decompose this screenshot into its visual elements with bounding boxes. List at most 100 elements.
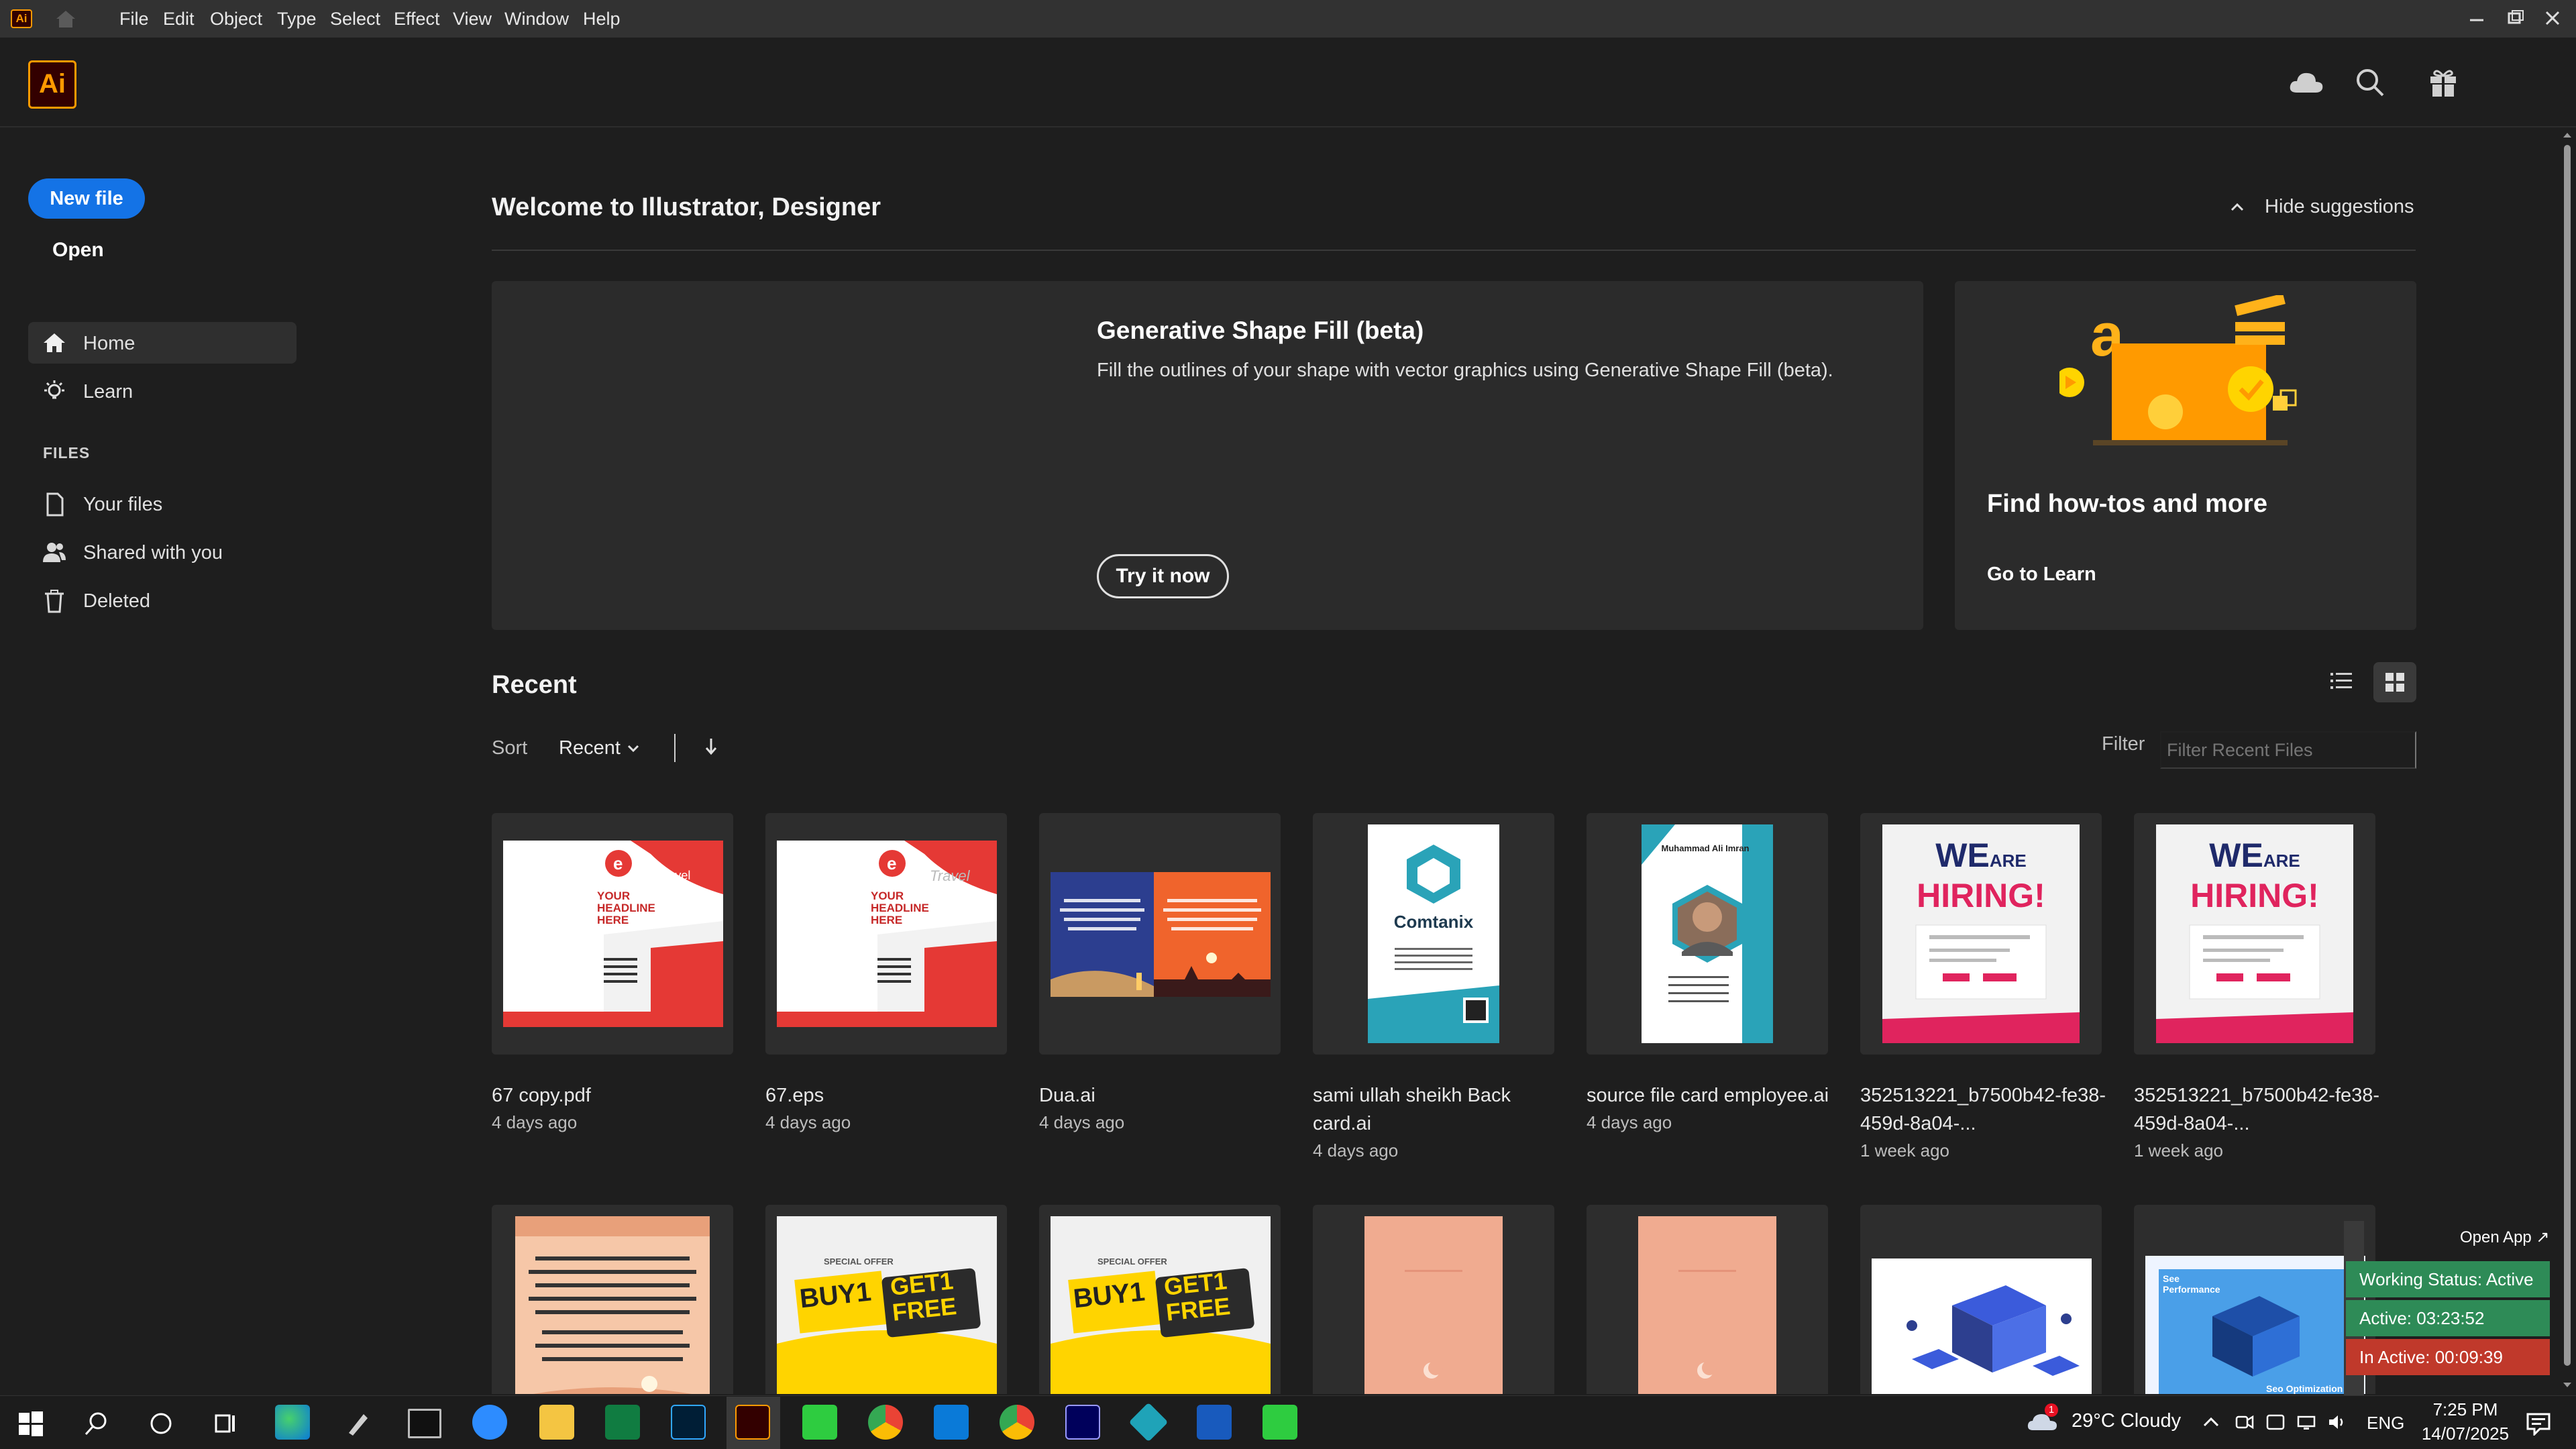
tray-chevron-up-icon[interactable] [2202,1414,2220,1430]
file-thumbnail[interactable]: See Performance Seo Optimization [2134,1205,2375,1394]
lightbulb-icon [42,380,67,404]
page-title: Welcome to Illustrator, Designer [492,193,881,221]
file-name[interactable]: 352513221_b7500b42-fe38-459d-8a04-... [2134,1081,2389,1138]
menu-help[interactable]: Help [583,7,621,31]
file-name[interactable]: Dua.ai [1039,1081,1294,1110]
restore-button[interactable] [2496,4,2533,34]
file-thumbnail[interactable] [1860,1205,2102,1394]
task-view-icon[interactable] [212,1410,239,1437]
sidebar-item-deleted[interactable]: Deleted [28,580,297,621]
security-icon[interactable] [2265,1413,2286,1432]
chrome-icon[interactable] [868,1405,903,1440]
sidebar-item-home[interactable]: Home [28,322,297,364]
try-it-now-button[interactable]: Try it now [1097,554,1229,598]
file-date: 4 days ago [765,1112,851,1132]
sort-direction-arrow-icon[interactable] [703,737,719,757]
menu-object[interactable]: Object [210,7,262,31]
file-thumbnail[interactable] [1587,1205,1828,1394]
scrollbar-thumb[interactable] [2564,145,2571,1366]
list-view-button[interactable] [2326,666,2356,696]
close-button[interactable] [2533,4,2571,34]
chrome-profile-icon[interactable] [1000,1405,1034,1440]
notifications-icon[interactable] [2525,1411,2552,1436]
network-icon[interactable] [2296,1413,2317,1432]
taskbar-search-icon[interactable] [83,1410,110,1437]
sort-label: Sort [492,737,528,759]
menu-edit[interactable]: Edit [163,7,195,31]
clock-date[interactable]: 14/07/2025 [2415,1424,2516,1444]
id-card-brand: Comtanix [1393,912,1474,932]
new-file-button[interactable]: New file [28,178,145,219]
minimize-button[interactable] [2458,4,2496,34]
app-badge: Ai [11,9,32,28]
terminal-icon[interactable] [408,1409,441,1438]
file-explorer-icon[interactable] [539,1405,574,1440]
file-thumbnail[interactable]: Comtanix [1313,813,1554,1055]
pen-app-icon[interactable] [343,1409,373,1438]
menu-file[interactable]: File [119,7,149,31]
sidebar-item-your-files[interactable]: Your files [28,483,297,525]
search-icon[interactable] [2355,67,2385,98]
file-thumbnail[interactable]: WEARE HIRING! [1860,813,2102,1055]
sort-dropdown[interactable]: Recent [559,737,621,759]
file-name[interactable]: 352513221_b7500b42-fe38-459d-8a04-... [1860,1081,2115,1138]
active-time-badge: Active: 03:23:52 [2346,1300,2550,1336]
edge-icon[interactable] [275,1405,310,1440]
zoom-icon[interactable] [472,1405,507,1440]
file-name[interactable]: source file card employee.ai [1587,1081,1841,1110]
hiring-we: WE [2209,837,2263,874]
svg-text:e: e [613,853,623,873]
hiring-are: ARE [1989,851,2027,871]
file-thumbnail[interactable]: BUY1 GET1 FREE SPECIAL OFFER [1039,1205,1281,1394]
green-app-icon[interactable] [802,1405,837,1440]
file-thumbnail[interactable]: Muhammad Ali Imran [1587,813,1828,1055]
file-name[interactable]: 67.eps [765,1081,1020,1110]
menu-type[interactable]: Type [277,7,317,31]
sidebar-item-label: Shared with you [83,542,223,564]
flyer-preview: e YOUR HEADLINE HERE Travel [777,841,997,1027]
go-to-learn-link[interactable]: Go to Learn [1987,564,2096,586]
green-app-2-icon[interactable] [1263,1405,1297,1440]
premiere-icon[interactable] [1065,1405,1100,1440]
vscode-icon[interactable] [934,1405,969,1440]
home-icon[interactable] [54,8,78,30]
grid-view-button[interactable] [2373,662,2416,702]
chevron-down-icon[interactable] [625,741,641,757]
word-icon[interactable] [1197,1405,1232,1440]
photoshop-icon[interactable] [671,1405,706,1440]
file-thumbnail[interactable]: e YOUR HEADLINE HERE Travel [765,813,1007,1055]
clock-time[interactable]: 7:25 PM [2415,1399,2516,1420]
illustrator-taskbar-icon[interactable] [735,1405,770,1440]
file-date: 4 days ago [1587,1112,1672,1132]
file-name[interactable]: sami ullah sheikh Back card.ai [1313,1081,1568,1138]
sidebar-item-shared[interactable]: Shared with you [28,531,297,573]
scrollbar[interactable] [2559,127,2576,1395]
windows-start-icon[interactable] [17,1410,44,1437]
file-thumbnail[interactable]: BUY1 GET1 FREE SPECIAL OFFER [765,1205,1007,1394]
meet-now-icon[interactable] [2233,1413,2254,1432]
menu-effect[interactable]: Effect [394,7,440,31]
language-indicator[interactable]: ENG [2367,1413,2404,1434]
special-offer-label: SPECIAL OFFER [1097,1256,1167,1267]
file-thumbnail[interactable] [1313,1205,1554,1394]
cloud-icon[interactable] [2288,68,2325,95]
gift-icon[interactable] [2428,67,2459,98]
file-thumbnail[interactable] [492,1205,733,1394]
learn-card-title: Find how-tos and more [1987,490,2267,518]
open-app-link[interactable]: Open App ↗ [2460,1228,2550,1247]
filter-input[interactable] [2160,731,2416,769]
menu-select[interactable]: Select [330,7,380,31]
open-button[interactable]: Open [52,239,104,262]
sort-separator [674,734,676,762]
sidebar-item-learn[interactable]: Learn [28,370,297,412]
cortana-icon[interactable] [148,1410,174,1437]
weather-text[interactable]: 29°C Cloudy [2072,1410,2181,1432]
menu-window[interactable]: Window [504,7,569,31]
file-name[interactable]: 67 copy.pdf [492,1081,747,1110]
volume-icon[interactable] [2326,1413,2348,1432]
file-thumbnail[interactable]: e YOUR HEADLINE HERE Travel [492,813,733,1055]
file-thumbnail[interactable]: WEARE HIRING! [2134,813,2375,1055]
menu-view[interactable]: View [453,7,492,31]
file-thumbnail[interactable] [1039,813,1281,1055]
excel-icon[interactable] [605,1405,640,1440]
